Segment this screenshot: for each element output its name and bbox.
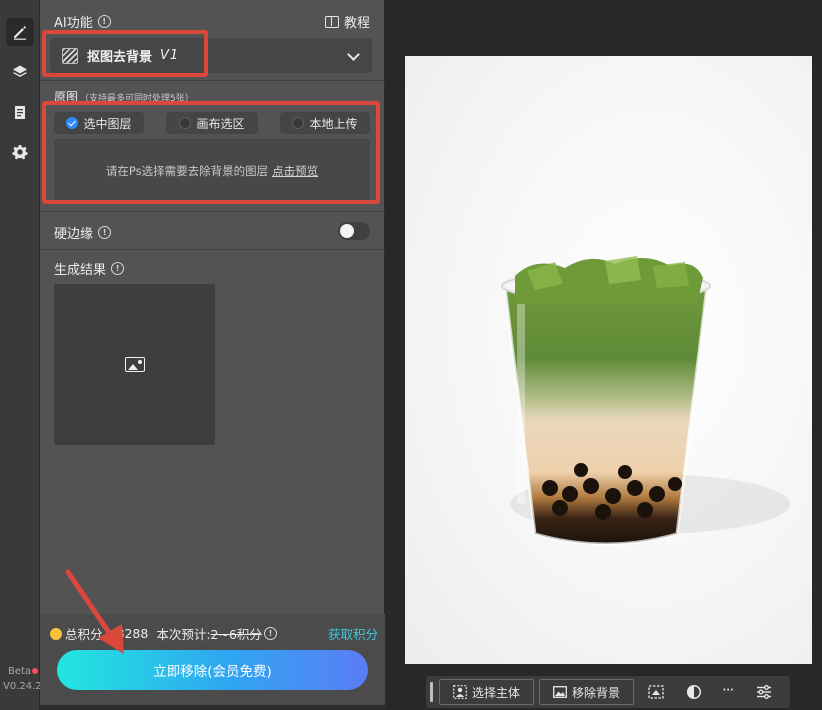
hard-edge-toggle[interactable]	[338, 222, 370, 240]
bubble-tea-image	[501, 256, 790, 546]
result-preview[interactable]	[54, 284, 215, 445]
annotation-arrow	[65, 569, 124, 654]
beta-label: Beta	[8, 666, 32, 677]
select-subject-button[interactable]: 选择主体	[439, 679, 534, 705]
estimate-label: 本次预计:	[156, 627, 211, 642]
select-subject-label: 选择主体	[471, 685, 520, 700]
document-canvas[interactable]	[405, 56, 812, 664]
remove-background-button[interactable]: 移除背景	[539, 679, 634, 705]
estimate-value: 2~6积分	[210, 627, 262, 642]
canvas-area: 选择主体 移除背景 ···	[386, 0, 822, 710]
sliders-icon[interactable]	[756, 684, 772, 700]
tutorial-link[interactable]: 教程	[324, 12, 370, 31]
image-icon	[553, 686, 567, 698]
toggle-knob	[340, 224, 354, 238]
ai-function-header: AI功能 !	[54, 12, 111, 31]
info-icon[interactable]: !	[98, 226, 112, 239]
clipboard-icon[interactable]	[6, 98, 34, 126]
info-icon[interactable]: !	[263, 627, 277, 640]
notification-dot	[32, 668, 38, 674]
app-window: Beta V0.24.2 AI功能 ! 教程 抠图去背景 V1 原图 （支持最多可…	[0, 0, 822, 710]
drag-handle[interactable]	[430, 682, 433, 702]
canvas-toolbar: 选择主体 移除背景 ···	[426, 676, 790, 708]
tutorial-label: 教程	[343, 16, 370, 31]
pen-icon[interactable]	[6, 18, 34, 46]
info-icon[interactable]: !	[97, 15, 111, 28]
contrast-icon[interactable]	[686, 684, 702, 700]
ai-function-title: AI功能	[54, 16, 93, 31]
hard-edge-header: 硬边缘 !	[54, 223, 112, 242]
version-label: V0.24.2	[3, 681, 42, 692]
result-header: 生成结果 !	[54, 259, 125, 278]
crop-selection-icon[interactable]	[648, 684, 664, 700]
book-icon	[324, 15, 339, 28]
annotation-highlight-source	[42, 101, 380, 204]
gear-icon[interactable]	[6, 138, 34, 166]
info-icon[interactable]: !	[111, 262, 125, 275]
image-placeholder-icon	[124, 357, 145, 372]
divider	[40, 80, 385, 81]
layers-icon[interactable]	[6, 58, 34, 86]
divider	[40, 249, 385, 250]
get-points-link[interactable]: 获取积分	[328, 624, 378, 643]
result-title: 生成结果	[54, 263, 107, 278]
hard-edge-label: 硬边缘	[54, 227, 94, 242]
annotation-highlight-function	[42, 30, 208, 77]
tool-rail: Beta V0.24.2	[0, 0, 42, 710]
remove-background-label: 移除背景	[571, 685, 620, 700]
remove-now-button[interactable]: 立即移除(会员免费)	[57, 650, 368, 690]
divider	[40, 211, 385, 212]
more-options-icon[interactable]: ···	[722, 681, 734, 699]
chevron-down-icon	[347, 48, 360, 61]
person-icon	[453, 685, 467, 699]
